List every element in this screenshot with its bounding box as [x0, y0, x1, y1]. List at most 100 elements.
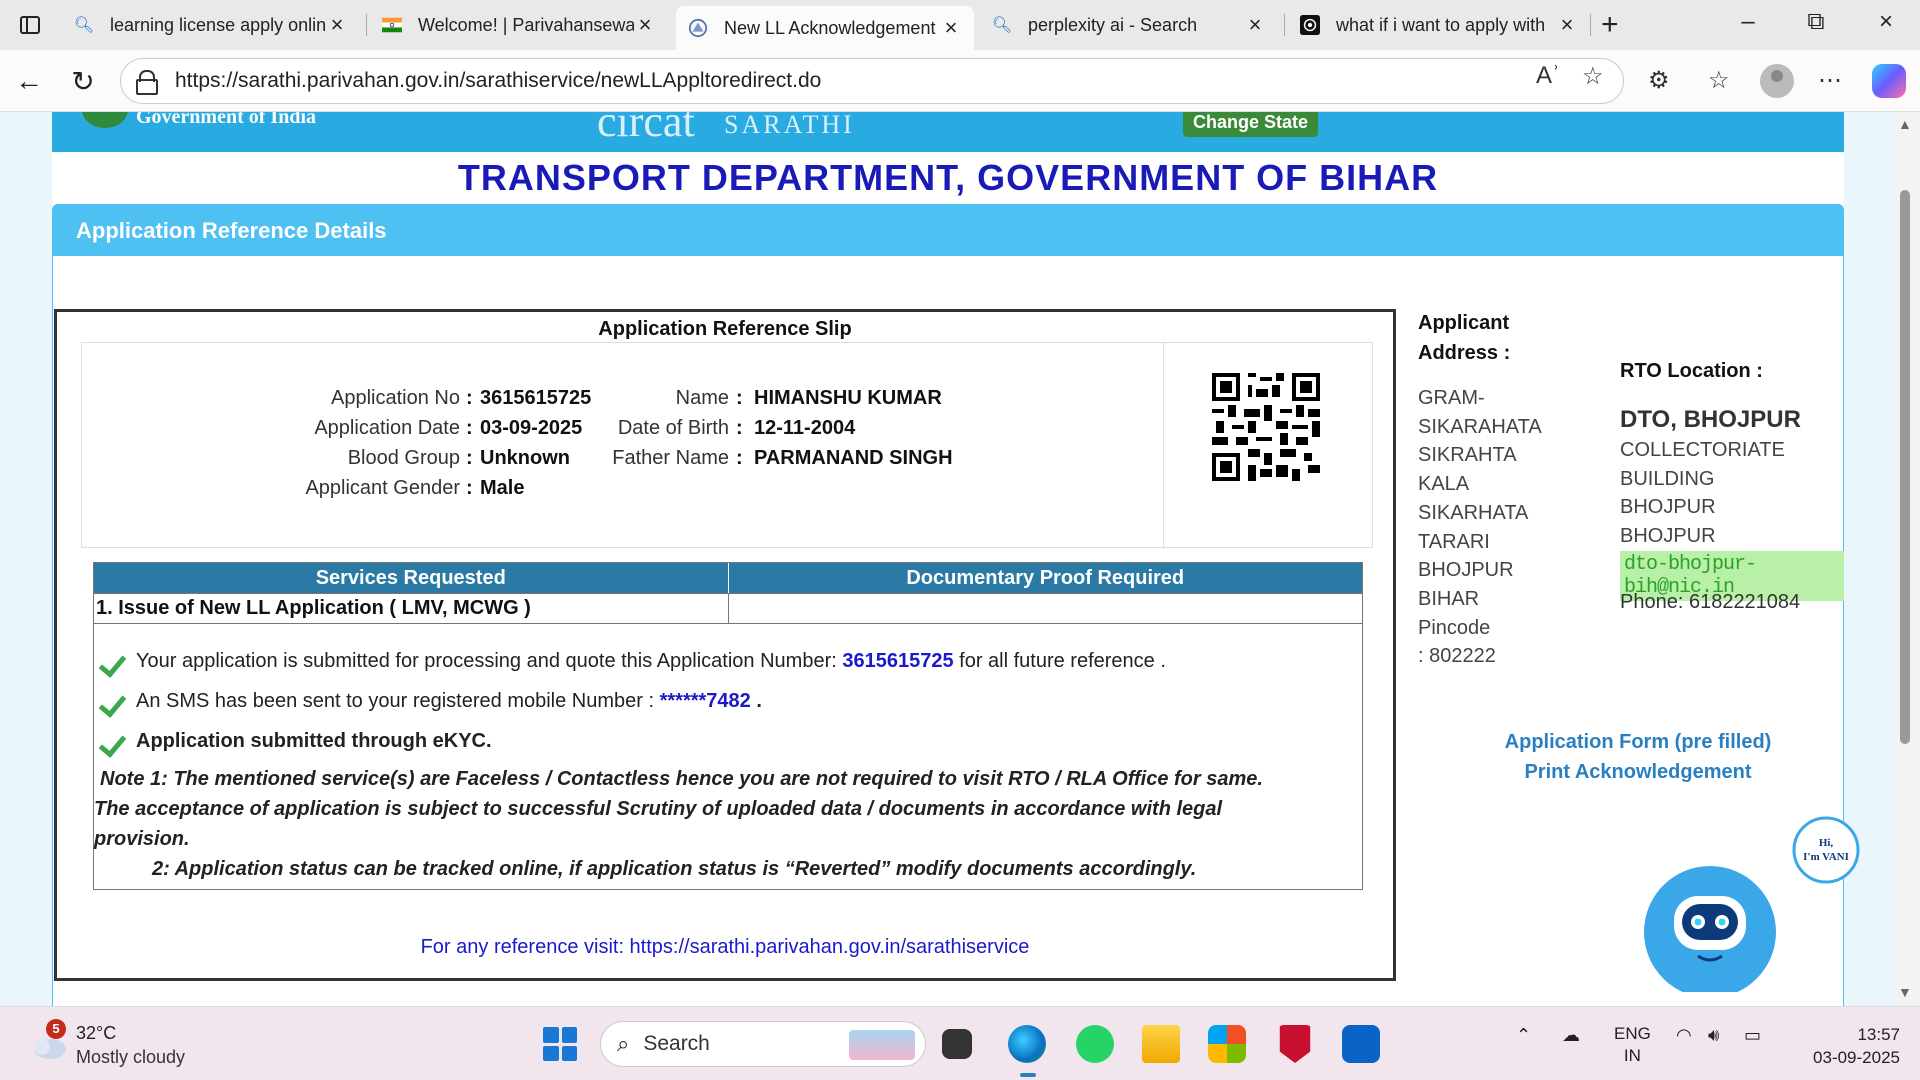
tab-learning-license[interactable]: 🔍︎ learning license apply online ×	[62, 6, 360, 44]
onedrive-icon[interactable]: ☁	[1562, 1025, 1580, 1046]
back-arrow-icon[interactable]: ←	[12, 64, 46, 98]
close-tab-icon[interactable]: ×	[634, 12, 656, 38]
search-highlight-image	[849, 1030, 915, 1060]
scroll-up-icon[interactable]: ▲	[1898, 116, 1912, 132]
india-flag-icon	[382, 15, 402, 35]
proof-item	[729, 594, 1363, 623]
tab-title: perplexity ai - Search	[1028, 14, 1198, 35]
close-tab-icon[interactable]: ×	[326, 12, 348, 38]
taskbar-search[interactable]: ⌕ Search	[600, 1021, 926, 1067]
new-tab-icon[interactable]: +	[1601, 8, 1619, 42]
windows-start-icon[interactable]	[543, 1027, 577, 1061]
language-indicator[interactable]: ENG IN	[1614, 1023, 1651, 1067]
search-placeholder: Search	[643, 1032, 710, 1055]
tab-new-ll-acknowledgement[interactable]: New LL Acknowledgement ×	[676, 6, 974, 50]
application-reference-slip: Application Reference Slip Application N…	[54, 309, 1396, 981]
address-line: KALA	[1418, 473, 1470, 496]
application-date-value: 03-09-2025	[480, 417, 583, 439]
rto-address-line: BHOJPUR	[1620, 496, 1716, 519]
service-item: 1. Issue of New LL Application ( LMV, MC…	[94, 594, 729, 623]
favorite-star-icon[interactable]: ☆	[1582, 62, 1604, 91]
task-view-icon[interactable]	[942, 1029, 972, 1059]
close-tab-icon[interactable]: ×	[940, 15, 962, 41]
address-line: SIKARAHATA	[1418, 415, 1542, 438]
search-icon: 🔍︎	[73, 17, 95, 34]
applicant-address: GRAM- SIKARAHATA SIKRAHTA KALA SIKARHATA…	[1418, 384, 1542, 671]
lock-icon[interactable]	[135, 70, 158, 95]
mcafee-icon[interactable]	[1279, 1025, 1311, 1063]
services-table: Services Requested Documentary Proof Req…	[93, 562, 1363, 624]
scroll-down-icon[interactable]: ▼	[1898, 984, 1912, 1000]
windows-taskbar: 5 32°C Mostly cloudy ⌕ Search ⌃ ☁ ENG IN…	[0, 1006, 1920, 1080]
address-bar[interactable]: https://sarathi.parivahan.gov.in/sarathi…	[120, 58, 1624, 104]
tab-perplexity[interactable]: 🔍︎ perplexity ai - Search ×	[980, 6, 1278, 44]
application-no-label: Application No	[331, 387, 460, 409]
profile-avatar[interactable]	[1760, 64, 1794, 98]
whatsapp-icon[interactable]	[1076, 1025, 1114, 1063]
url-text[interactable]: https://sarathi.parivahan.gov.in/sarathi…	[175, 69, 821, 93]
edge-browser-icon[interactable]	[1008, 1025, 1046, 1063]
blood-group-label: Blood Group	[347, 447, 460, 469]
more-options-icon[interactable]: ⋯	[1818, 66, 1842, 95]
outlook-icon[interactable]	[1342, 1025, 1380, 1063]
qr-code	[1212, 373, 1320, 481]
volume-icon[interactable]: 🔊︎	[1708, 1025, 1719, 1046]
battery-icon[interactable]: ▭	[1744, 1025, 1761, 1046]
check-icon	[100, 728, 128, 754]
close-tab-icon[interactable]: ×	[1244, 12, 1266, 38]
address-line: SIKARHATA	[1418, 501, 1529, 524]
reference-link[interactable]: For any reference visit: https://sarathi…	[57, 936, 1393, 959]
vani-name: I'm VANI	[1803, 851, 1849, 863]
rto-address-line: COLLECTORIATE	[1620, 439, 1785, 461]
close-tab-icon[interactable]: ×	[1556, 12, 1578, 38]
submission-message: Your application is submitted for proces…	[100, 648, 1166, 674]
close-window-icon[interactable]: ×	[1866, 8, 1906, 36]
applicant-info-box: Application No : 3615615725 Application …	[81, 342, 1373, 549]
copilot-icon[interactable]	[1872, 64, 1906, 98]
microsoft-store-icon[interactable]	[1208, 1025, 1246, 1063]
read-aloud-icon[interactable]: Aʾ	[1536, 62, 1560, 90]
restore-icon[interactable]: ⧉	[1796, 8, 1836, 36]
vani-chatbot-icon[interactable]: Hi, I'm VANI	[1640, 812, 1860, 992]
colon: :	[466, 417, 473, 439]
tab-chatgpt[interactable]: what if i want to apply with ×	[1288, 6, 1590, 44]
refresh-icon[interactable]: ↻	[66, 64, 100, 98]
scroll-thumb[interactable]	[1900, 190, 1910, 744]
favorites-icon[interactable]: ☆	[1708, 66, 1730, 95]
weather-description[interactable]: Mostly cloudy	[76, 1047, 185, 1068]
show-hidden-icons[interactable]: ⌃	[1516, 1025, 1531, 1046]
rto-phone: Phone: 6182221084	[1620, 591, 1801, 613]
file-explorer-icon[interactable]	[1142, 1025, 1180, 1063]
msg1-number: 3615615725	[842, 649, 954, 672]
application-form-link[interactable]: Application Form (pre filled)	[1418, 731, 1858, 754]
slip-title: Application Reference Slip	[598, 318, 852, 340]
gov-india-text: Government of India	[136, 112, 316, 128]
father-name-label: Father Name	[612, 447, 729, 469]
tab-separator	[1590, 14, 1591, 36]
browser-toolbar: ← ↻ https://sarathi.parivahan.gov.in/sar…	[0, 50, 1920, 112]
panel-title: Application Reference Details	[52, 204, 1844, 256]
tab-strip: 🔍︎ learning license apply online × Welco…	[0, 0, 1920, 50]
dob-value: 12-11-2004	[754, 417, 856, 439]
minimize-icon[interactable]: –	[1728, 8, 1768, 36]
extensions-icon[interactable]: ⚙	[1648, 66, 1670, 95]
temperature[interactable]: 32°C	[76, 1023, 116, 1044]
page-viewport: Government of India circat SARATHI Chang…	[0, 112, 1920, 1006]
tab-separator	[366, 14, 367, 36]
application-date-label: Application Date	[314, 417, 460, 439]
wifi-icon[interactable]: ◠	[1676, 1025, 1692, 1046]
tab-parivahansewa[interactable]: Welcome! | Parivahansewa ×	[370, 6, 668, 44]
sarathi-logo-text: SARATHI	[724, 112, 855, 139]
address-line: BIHAR	[1418, 587, 1480, 610]
note-1: Note 1: The mentioned service(s) are Fac…	[100, 768, 1263, 790]
vertical-scrollbar[interactable]: ▲ ▼	[1892, 112, 1920, 1006]
system-clock[interactable]: 13:57 03-09-2025	[1790, 1023, 1900, 1069]
tab-actions-menu-icon[interactable]	[14, 10, 46, 40]
print-acknowledgement-link[interactable]: Print Acknowledgement	[1418, 761, 1858, 784]
search-icon: 🔍︎	[991, 17, 1013, 34]
address-line: GRAM-	[1418, 387, 1485, 409]
name-label: Name	[675, 387, 729, 409]
change-state-button[interactable]: Change State	[1183, 112, 1319, 137]
address-line: SIKRAHTA	[1418, 444, 1517, 467]
father-name-value: PARMANAND SINGH	[754, 447, 953, 469]
